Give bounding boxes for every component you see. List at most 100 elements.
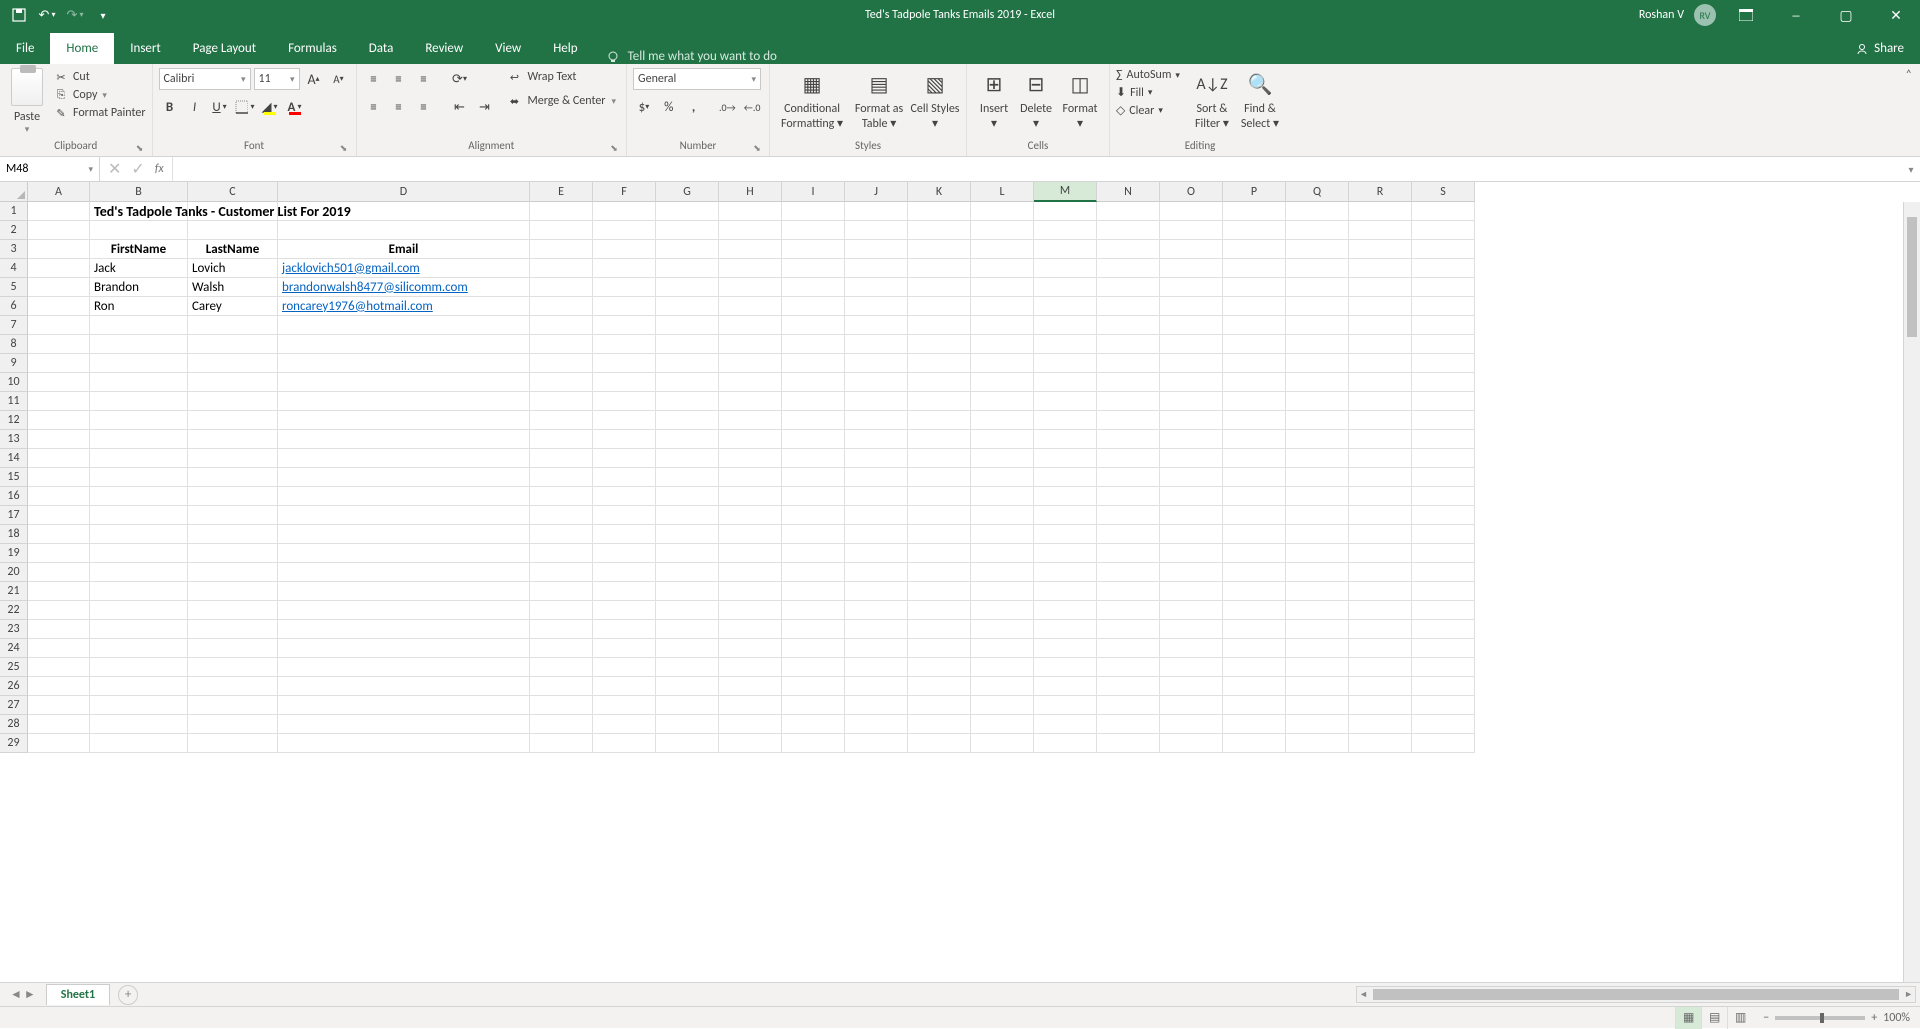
cell[interactable] <box>971 525 1034 544</box>
cell[interactable] <box>593 278 656 297</box>
sort-filter-button[interactable]: A↓ZSort & Filter ▾ <box>1188 68 1236 131</box>
cell[interactable] <box>1160 563 1223 582</box>
cell[interactable] <box>530 620 593 639</box>
cell[interactable] <box>1223 487 1286 506</box>
cell[interactable] <box>1223 677 1286 696</box>
cell[interactable] <box>1034 221 1097 240</box>
cell[interactable] <box>719 297 782 316</box>
cell[interactable] <box>719 449 782 468</box>
cell[interactable] <box>1097 639 1160 658</box>
cell[interactable] <box>908 468 971 487</box>
cell[interactable] <box>719 734 782 753</box>
cell[interactable] <box>845 487 908 506</box>
cell[interactable]: roncarey1976@hotmail.com <box>278 297 530 316</box>
cell[interactable] <box>1034 240 1097 259</box>
align-center-button[interactable]: ≡ <box>388 96 410 118</box>
cell[interactable] <box>1034 335 1097 354</box>
tab-view[interactable]: View <box>479 33 537 64</box>
cell[interactable] <box>1412 677 1475 696</box>
cell[interactable] <box>1034 259 1097 278</box>
col-header-E[interactable]: E <box>530 182 593 202</box>
cell[interactable] <box>28 506 90 525</box>
cell[interactable] <box>278 335 530 354</box>
cell[interactable] <box>1223 658 1286 677</box>
cell[interactable] <box>1034 639 1097 658</box>
cell[interactable] <box>656 411 719 430</box>
cell[interactable] <box>719 316 782 335</box>
cell[interactable] <box>1286 563 1349 582</box>
cell[interactable]: Ron <box>90 297 188 316</box>
cell[interactable] <box>90 354 188 373</box>
cell[interactable] <box>719 335 782 354</box>
delete-cells-button[interactable]: ⊟Delete▾ <box>1015 68 1057 131</box>
cell[interactable] <box>1286 240 1349 259</box>
cell[interactable]: LastName <box>188 240 278 259</box>
col-header-R[interactable]: R <box>1349 182 1412 202</box>
cell[interactable] <box>1223 601 1286 620</box>
cell[interactable] <box>1349 278 1412 297</box>
cell[interactable] <box>656 563 719 582</box>
cell[interactable] <box>530 525 593 544</box>
cell[interactable] <box>656 487 719 506</box>
page-break-view-button[interactable]: ▥ <box>1727 1007 1753 1029</box>
qat-customize[interactable]: ▾ <box>92 4 114 26</box>
cell[interactable] <box>719 658 782 677</box>
cell[interactable] <box>593 620 656 639</box>
cell[interactable] <box>90 544 188 563</box>
sheet-tab[interactable]: Sheet1 <box>46 984 110 1005</box>
cell[interactable] <box>782 639 845 658</box>
row-header[interactable]: 11 <box>0 392 28 411</box>
cell[interactable] <box>782 240 845 259</box>
cell[interactable] <box>28 449 90 468</box>
cell[interactable] <box>719 430 782 449</box>
cell[interactable] <box>1034 582 1097 601</box>
cell[interactable] <box>1034 316 1097 335</box>
cell[interactable] <box>28 563 90 582</box>
cell[interactable] <box>1286 202 1349 221</box>
cell[interactable] <box>1223 202 1286 221</box>
close-button[interactable]: ✕ <box>1876 0 1916 30</box>
cell[interactable] <box>719 582 782 601</box>
cell[interactable] <box>782 734 845 753</box>
cell[interactable] <box>1160 639 1223 658</box>
decrease-indent-button[interactable]: ⇤ <box>449 96 471 118</box>
cell[interactable] <box>1223 620 1286 639</box>
font-launcher[interactable]: ⬊ <box>338 143 350 155</box>
cell[interactable] <box>1223 221 1286 240</box>
cell[interactable] <box>1349 468 1412 487</box>
cell[interactable] <box>1349 506 1412 525</box>
cell[interactable] <box>1097 544 1160 563</box>
row-header[interactable]: 22 <box>0 601 28 620</box>
row-header[interactable]: 13 <box>0 430 28 449</box>
cell[interactable] <box>278 658 530 677</box>
borders-button[interactable]: ▾ <box>234 96 256 118</box>
cell[interactable] <box>971 278 1034 297</box>
number-launcher[interactable]: ⬊ <box>751 143 763 155</box>
zoom-slider[interactable] <box>1775 1016 1865 1020</box>
cell[interactable] <box>188 392 278 411</box>
cell[interactable] <box>278 639 530 658</box>
cell[interactable] <box>593 316 656 335</box>
cell[interactable]: Carey <box>188 297 278 316</box>
cell[interactable] <box>1349 373 1412 392</box>
cell[interactable] <box>90 411 188 430</box>
cell[interactable] <box>845 639 908 658</box>
cell[interactable] <box>1097 449 1160 468</box>
cell[interactable] <box>530 430 593 449</box>
cell[interactable] <box>1097 278 1160 297</box>
row-header[interactable]: 14 <box>0 449 28 468</box>
cell[interactable] <box>28 715 90 734</box>
cell[interactable] <box>656 373 719 392</box>
cell[interactable] <box>1223 468 1286 487</box>
cell[interactable] <box>1097 221 1160 240</box>
cell[interactable] <box>188 411 278 430</box>
paste-button[interactable]: Paste ▾ <box>6 68 48 135</box>
cell[interactable] <box>188 544 278 563</box>
cell[interactable] <box>908 715 971 734</box>
cell[interactable] <box>1097 487 1160 506</box>
cell[interactable] <box>278 468 530 487</box>
cell[interactable] <box>1034 430 1097 449</box>
cell[interactable] <box>188 582 278 601</box>
cell[interactable] <box>971 373 1034 392</box>
cell[interactable] <box>1034 392 1097 411</box>
